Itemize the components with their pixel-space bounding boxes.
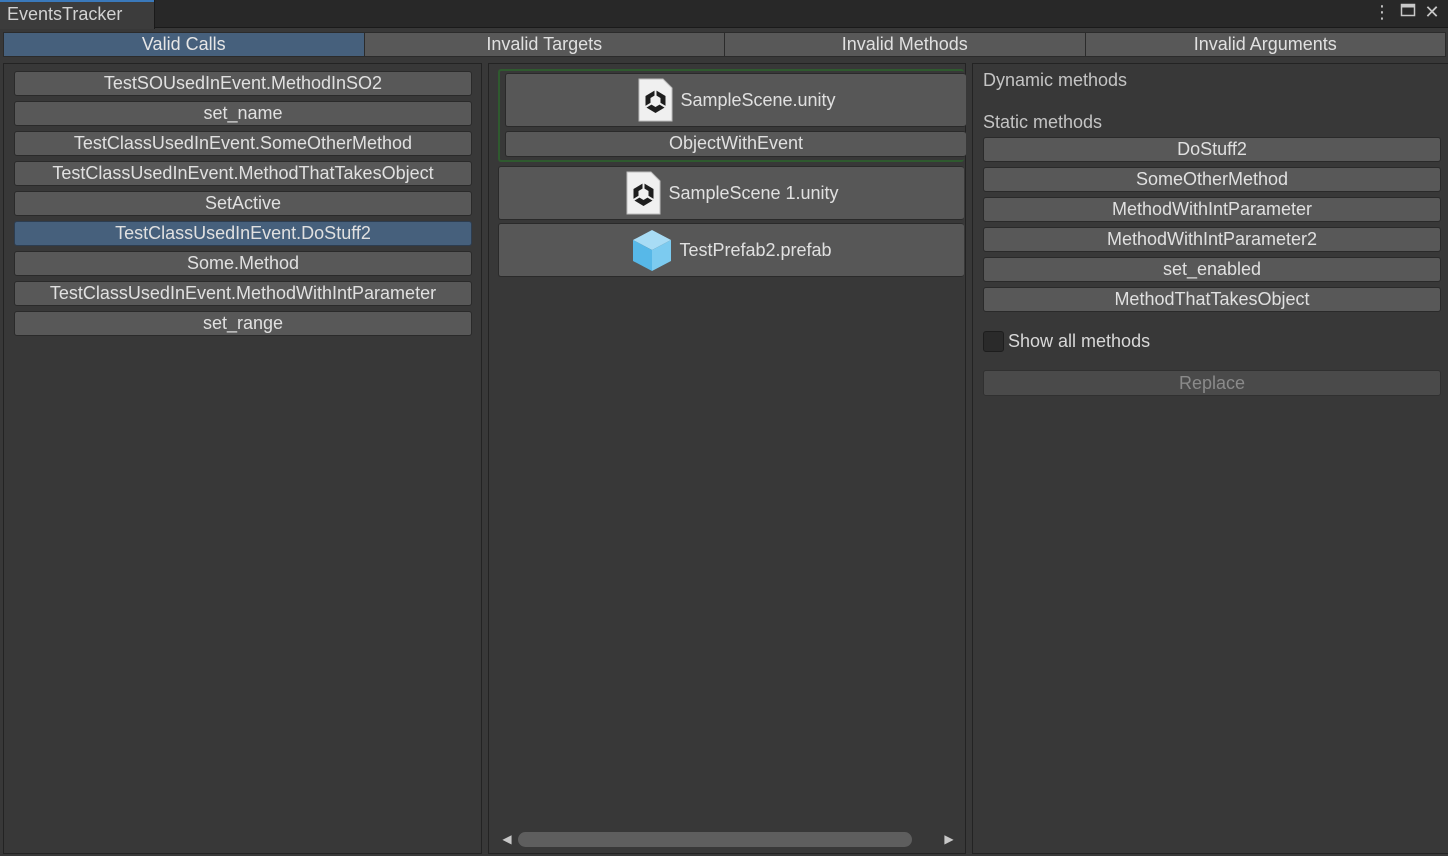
- show-all-methods-label: Show all methods: [1008, 331, 1151, 351]
- call-item[interactable]: TestClassUsedInEvent.MethodWithIntParame…: [14, 281, 472, 306]
- tab-invalid-arguments[interactable]: Invalid Arguments: [1084, 32, 1446, 57]
- scene-asset-label: SampleScene.unity: [680, 89, 836, 110]
- dynamic-methods-heading: Dynamic methods: [983, 70, 1128, 90]
- unity-scene-icon: [626, 171, 661, 215]
- call-item[interactable]: SetActive: [14, 191, 472, 216]
- call-item[interactable]: TestSOUsedInEvent.MethodInSO2: [14, 71, 472, 96]
- methods-panel: Dynamic methods Static methods DoStuff2 …: [972, 63, 1448, 854]
- static-method-button[interactable]: set_enabled: [983, 257, 1441, 282]
- scroll-left-icon[interactable]: ◀: [500, 832, 514, 846]
- show-all-methods-checkbox[interactable]: [983, 331, 1004, 352]
- static-method-button[interactable]: SomeOtherMethod: [983, 167, 1441, 192]
- scene-asset-button[interactable]: SampleScene 1.unity: [498, 166, 964, 220]
- window-tab[interactable]: EventsTracker: [0, 0, 155, 29]
- call-item[interactable]: Some.Method: [14, 251, 472, 276]
- static-method-button[interactable]: MethodWithIntParameter2: [983, 227, 1441, 252]
- tab-invalid-targets[interactable]: Invalid Targets: [363, 32, 725, 57]
- tab-valid-calls[interactable]: Valid Calls: [3, 32, 365, 57]
- close-icon[interactable]: ✕: [1422, 2, 1442, 22]
- prefab-cube-icon: [633, 230, 672, 271]
- calls-list-panel: TestSOUsedInEvent.MethodInSO2 set_name T…: [3, 63, 482, 854]
- title-bar: EventsTracker ⋮ ✕: [0, 0, 1448, 29]
- scrollbar-thumb[interactable]: [518, 832, 912, 847]
- static-methods-heading: Static methods: [983, 112, 1103, 132]
- call-item[interactable]: set_name: [14, 101, 472, 126]
- horizontal-scrollbar[interactable]: ◀ ▶: [498, 829, 964, 849]
- selected-asset-group: SampleScene.unity ObjectWithEvent: [498, 69, 966, 162]
- scene-asset-button[interactable]: SampleScene.unity: [505, 73, 966, 127]
- call-item[interactable]: TestClassUsedInEvent.MethodThatTakesObje…: [14, 161, 472, 186]
- scene-object-button[interactable]: ObjectWithEvent: [505, 131, 966, 157]
- tab-invalid-methods[interactable]: Invalid Methods: [724, 32, 1086, 57]
- call-item[interactable]: set_range: [14, 311, 472, 336]
- maximize-icon[interactable]: [1398, 2, 1418, 22]
- assets-panel: SampleScene.unity ObjectWithEvent Sample…: [488, 63, 966, 854]
- tab-bar: Valid Calls Invalid Targets Invalid Meth…: [3, 32, 1446, 57]
- scroll-right-icon[interactable]: ▶: [942, 832, 956, 846]
- static-method-button[interactable]: MethodThatTakesObject: [983, 287, 1441, 312]
- static-method-button[interactable]: MethodWithIntParameter: [983, 197, 1441, 222]
- replace-button[interactable]: Replace: [983, 370, 1441, 396]
- static-method-button[interactable]: DoStuff2: [983, 137, 1441, 162]
- scene-asset-label: SampleScene 1.unity: [668, 182, 839, 203]
- call-item[interactable]: TestClassUsedInEvent.SomeOtherMethod: [14, 131, 472, 156]
- unity-scene-icon: [638, 78, 673, 122]
- call-item-selected[interactable]: TestClassUsedInEvent.DoStuff2: [14, 221, 472, 246]
- more-options-icon[interactable]: ⋮: [1372, 2, 1392, 22]
- prefab-asset-button[interactable]: TestPrefab2.prefab: [498, 223, 964, 277]
- prefab-asset-label: TestPrefab2.prefab: [679, 239, 832, 260]
